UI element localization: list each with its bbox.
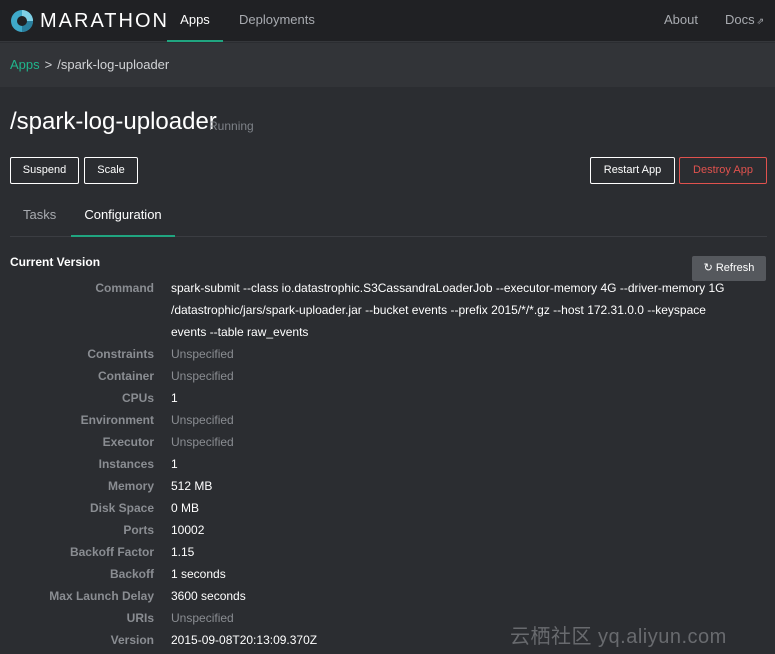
config-row-backoff-factor: Backoff Factor 1.15 [0, 541, 775, 563]
suspend-button[interactable]: Suspend [10, 157, 79, 184]
breadcrumb-apps-link[interactable]: Apps [10, 57, 40, 72]
config-label: Max Launch Delay [49, 589, 154, 603]
config-value: Unspecified [171, 435, 234, 449]
nav-docs[interactable]: Docs ⇗ [725, 0, 764, 42]
breadcrumb: Apps > /spark-log-uploader [0, 43, 775, 87]
nav-deployments[interactable]: Deployments [239, 0, 315, 42]
brand-name: MARATHON [40, 9, 169, 32]
config-row-environment: Environment Unspecified [0, 409, 775, 431]
status-badge: Running [209, 119, 254, 133]
tab-tasks[interactable]: Tasks [23, 198, 56, 237]
section-title: Current Version [10, 255, 101, 269]
config-label: Backoff Factor [69, 545, 154, 559]
config-label: Disk Space [89, 501, 154, 515]
config-label: Environment [80, 413, 154, 427]
config-label: Command [95, 281, 154, 295]
config-value: 3600 seconds [171, 589, 246, 603]
nav-about[interactable]: About [664, 0, 698, 42]
config-label: CPUs [121, 391, 154, 405]
config-value: 10002 [171, 523, 205, 537]
config-value: Unspecified [171, 413, 234, 427]
external-link-icon: ⇗ [756, 16, 765, 26]
config-row-max-launch-delay: Max Launch Delay 3600 seconds [0, 585, 775, 607]
config-label: Backoff [109, 567, 154, 581]
top-navbar: MARATHON Apps Deployments About Docs ⇗ [0, 0, 775, 42]
config-properties: Command spark-submit --class io.datastro… [0, 277, 775, 651]
config-row-instances: Instances 1 [0, 453, 775, 475]
config-value: 1 [171, 391, 178, 405]
config-row-disk-space: Disk Space 0 MB [0, 497, 775, 519]
config-row-container: Container Unspecified [0, 365, 775, 387]
config-label: Version [110, 633, 154, 647]
config-row-ports: Ports 10002 [0, 519, 775, 541]
nav-apps[interactable]: Apps [167, 0, 223, 42]
config-value: 512 MB [171, 479, 213, 493]
restart-app-button[interactable]: Restart App [590, 157, 675, 184]
config-label: URIs [126, 611, 154, 625]
page-title: /spark-log-uploader [10, 108, 217, 135]
config-row-constraints: Constraints Unspecified [0, 343, 775, 365]
config-value: Unspecified [171, 347, 234, 361]
tab-bar: Tasks Configuration [10, 198, 767, 237]
nav-docs-label: Docs [725, 12, 755, 27]
config-value: Unspecified [171, 369, 234, 383]
refresh-label: Refresh [715, 262, 755, 274]
breadcrumb-current: /spark-log-uploader [57, 57, 170, 72]
config-label: Ports [123, 523, 154, 537]
config-row-memory: Memory 512 MB [0, 475, 775, 497]
config-label: Constraints [87, 347, 154, 361]
config-value: 1.15 [171, 545, 195, 559]
config-value: 1 [171, 457, 178, 471]
config-label: Container [97, 369, 154, 383]
destroy-app-button[interactable]: Destroy App [679, 157, 767, 184]
config-label: Executor [102, 435, 154, 449]
marathon-logo-icon [11, 10, 33, 32]
watermark: 云栖社区 yq.aliyun.com [510, 626, 727, 648]
tab-configuration[interactable]: Configuration [71, 198, 175, 237]
scale-button[interactable]: Scale [84, 157, 138, 184]
config-value: 1 seconds [171, 567, 226, 581]
brand[interactable]: MARATHON [10, 7, 169, 35]
config-label: Memory [107, 479, 154, 493]
config-row-executor: Executor Unspecified [0, 431, 775, 453]
config-row-cpus: CPUs 1 [0, 387, 775, 409]
config-value: 0 MB [171, 501, 200, 515]
config-label: Instances [98, 457, 154, 471]
config-row-backoff: Backoff 1 seconds [0, 563, 775, 585]
config-row-command: Command spark-submit --class io.datastro… [0, 277, 775, 343]
breadcrumb-separator: > [44, 57, 53, 72]
config-value: spark-submit --class io.datastrophic.S3C… [171, 281, 725, 339]
